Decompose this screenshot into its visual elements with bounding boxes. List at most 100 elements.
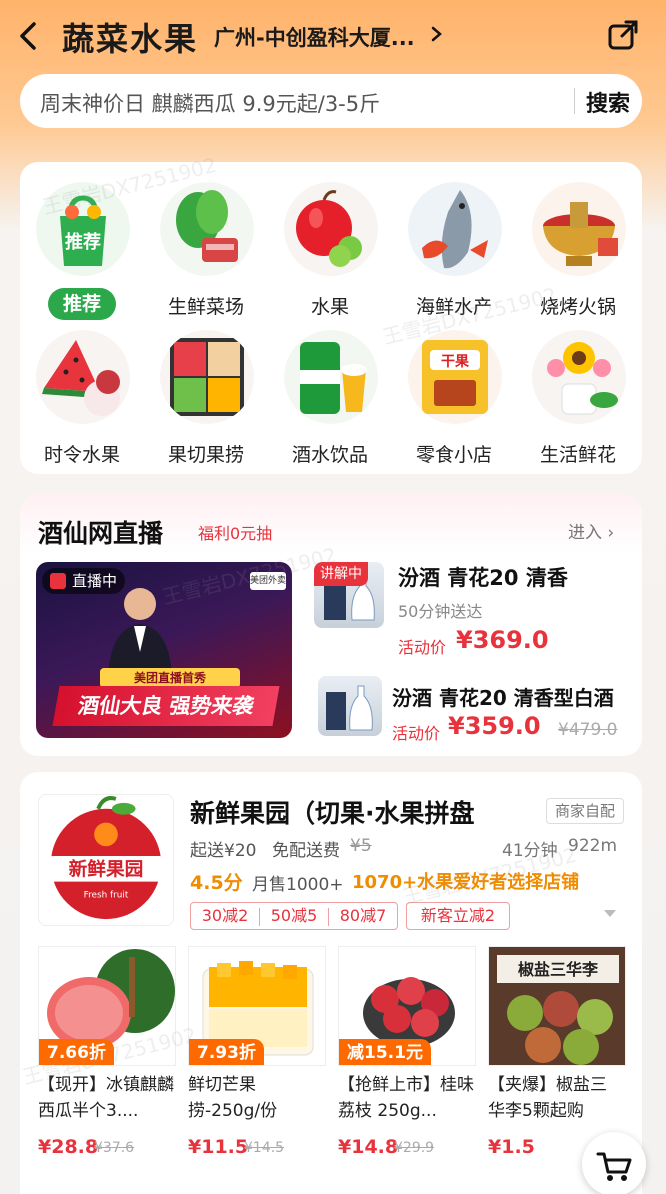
category-fruit[interactable]: 水果 xyxy=(268,170,392,318)
store-card[interactable]: 新鲜果园 Fresh fruit 新鲜果园（切果·水果拼盘 商家自配 起送¥20… xyxy=(20,772,642,1194)
original-price: ¥37.6 xyxy=(94,1140,135,1156)
category-label: 水果 xyxy=(310,296,349,318)
live-product-2[interactable]: 汾酒 青花20 清香型白酒 活动价 ¥359.0 ¥479.0 xyxy=(314,676,634,746)
brand-tag: 美团外卖 xyxy=(250,572,286,590)
search-bar[interactable]: 周末神价日 麒麟西瓜 9.9元起/3-5斤 搜索 xyxy=(20,74,642,128)
svg-text:干果: 干果 xyxy=(441,354,470,370)
category-label: 果切果捞 xyxy=(167,444,244,466)
product-price: ¥14.8 xyxy=(338,1136,399,1158)
category-seasonal-fruit[interactable]: 时令水果 xyxy=(20,318,144,466)
enter-label: 进入 xyxy=(568,523,602,543)
live-welfare-tag: 福利0元抽 xyxy=(198,524,273,543)
back-arrow-icon[interactable] xyxy=(14,16,44,56)
free-delivery: 免配送费 xyxy=(272,841,340,861)
cart-button[interactable] xyxy=(582,1132,646,1194)
product-image: 减15.1元 xyxy=(338,946,476,1066)
location-selector[interactable]: 广州-中创盈科大厦... xyxy=(214,22,415,52)
fans-count: 1070+水果爱好者选择店铺 xyxy=(352,872,580,893)
top-bar: 蔬菜水果 广州-中创盈科大厦... xyxy=(0,0,666,70)
search-input[interactable]: 周末神价日 麒麟西瓜 9.9元起/3-5斤 xyxy=(40,88,380,118)
category-drinks[interactable]: 酒水饮品 xyxy=(268,318,392,466)
product-price: ¥369.0 xyxy=(456,626,549,654)
category-label: 海鲜水产 xyxy=(415,296,492,318)
product-thumbnail xyxy=(318,676,382,736)
chevron-down-icon[interactable] xyxy=(604,910,616,917)
search-button[interactable]: 搜索 xyxy=(586,86,630,118)
price-label: 活动价 xyxy=(392,724,441,743)
seafood-icon xyxy=(408,182,502,276)
category-cut-fruit[interactable]: 果切果捞 xyxy=(144,318,268,466)
svg-text:Fresh fruit: Fresh fruit xyxy=(84,890,129,900)
category-fresh-veg[interactable]: 生鲜菜场 xyxy=(144,170,268,318)
product-image: 7.66折 xyxy=(38,946,176,1066)
category-seafood[interactable]: 海鲜水产 xyxy=(392,170,516,318)
product-price: ¥1.5 xyxy=(488,1136,535,1158)
explaining-tag: 讲解中 xyxy=(314,562,368,586)
category-label: 烧烤火锅 xyxy=(539,296,616,318)
watermelon-icon xyxy=(36,330,130,424)
banner-caption: 酒仙大良 强势来袭 xyxy=(52,686,280,726)
original-price: ¥14.5 xyxy=(244,1140,285,1156)
product-card[interactable]: 7.93折 鲜切芒果捞-250g/份 ¥11.5 ¥14.5 xyxy=(188,946,326,1194)
cart-icon xyxy=(596,1152,632,1181)
product-name: 汾酒 青花20 清香 xyxy=(398,566,568,590)
chevron-right-icon[interactable] xyxy=(430,22,444,46)
price-label: 活动价 xyxy=(398,638,447,657)
product-name: 【抢鲜上市】桂味荔枝 250g... xyxy=(338,1075,474,1121)
self-delivery-badge: 商家自配 xyxy=(546,798,625,824)
product-name: 鲜切芒果捞-250g/份 xyxy=(188,1075,278,1121)
discount-badge: 7.66折 xyxy=(39,1039,114,1065)
product-price: ¥28.8 xyxy=(38,1136,99,1158)
page-title: 蔬菜水果 xyxy=(62,20,199,58)
chevron-right-icon: › xyxy=(607,523,615,543)
product-name: 【现开】冰镇麒麟西瓜半个3.... xyxy=(38,1075,174,1121)
category-label: 时令水果 xyxy=(43,444,120,466)
snack-icon: 干果 xyxy=(408,330,502,424)
original-price: ¥29.9 xyxy=(394,1140,435,1156)
delivery-eta: 50分钟送达 xyxy=(398,602,483,621)
product-card[interactable]: 减15.1元 【抢鲜上市】桂味荔枝 250g... ¥14.8 ¥29.9 xyxy=(338,946,476,1194)
live-stream-card[interactable]: 酒仙网直播 福利0元抽 进入 › 直播中 美团外卖 美团直播首秀 酒仙大良 强势… xyxy=(20,494,642,756)
svg-text:椒盐三华李: 椒盐三华李 xyxy=(518,960,599,979)
svg-text:推荐: 推荐 xyxy=(65,231,101,253)
live-product-1[interactable]: 讲解中 汾酒 青花20 清香 50分钟送达 活动价 ¥369.0 xyxy=(314,562,634,657)
product-card[interactable]: 7.66折 【现开】冰镇麒麟西瓜半个3.... ¥28.8 ¥37.6 xyxy=(38,946,176,1194)
store-rating: 4.5分 xyxy=(190,872,243,894)
category-recommend[interactable]: 推荐 推荐 xyxy=(20,170,144,320)
search-divider xyxy=(574,88,575,114)
category-label: 推荐 xyxy=(48,288,116,320)
category-label: 生活鲜花 xyxy=(539,444,616,466)
live-title: 酒仙网直播 xyxy=(38,519,164,548)
category-flowers[interactable]: 生活鲜花 xyxy=(516,318,640,466)
discount-badge: 7.93折 xyxy=(189,1039,264,1065)
store-name: 新鲜果园（切果·水果拼盘 xyxy=(190,799,475,828)
category-bbq-hotpot[interactable]: 烧烤火锅 xyxy=(516,170,640,318)
live-enter-link[interactable]: 进入 › xyxy=(568,518,614,543)
coupon-1: 30减2 xyxy=(201,906,249,925)
product-price: ¥359.0 xyxy=(448,712,541,740)
coupon-3: 80减7 xyxy=(339,906,387,925)
product-image: 7.93折 xyxy=(188,946,326,1066)
category-snacks[interactable]: 干果 零食小店 xyxy=(392,318,516,466)
delivery-time: 41分钟 xyxy=(502,841,558,861)
hotpot-icon xyxy=(532,182,626,276)
share-icon[interactable] xyxy=(606,18,640,52)
new-customer-coupon: 新客立减2 xyxy=(406,902,510,930)
discount-coupons[interactable]: 30减2 50减5 80减7 xyxy=(190,902,398,930)
vegetables-icon xyxy=(160,182,254,276)
product-thumbnail: 讲解中 xyxy=(314,562,384,628)
discount-badge: 减15.1元 xyxy=(339,1039,431,1065)
category-label: 生鲜菜场 xyxy=(167,296,244,318)
coupon-2: 50减5 xyxy=(270,906,318,925)
beer-icon xyxy=(284,330,378,424)
distance: 922m xyxy=(568,836,618,856)
live-banner[interactable]: 直播中 美团外卖 美团直播首秀 酒仙大良 强势来袭 xyxy=(36,562,292,738)
host-figure-image xyxy=(108,588,172,678)
fruit-cut-icon xyxy=(160,330,254,424)
banner-subtitle: 美团直播首秀 xyxy=(100,668,240,688)
original-price: ¥479.0 xyxy=(558,720,618,740)
category-grid: 推荐 推荐 生鲜菜场 水果 海鲜水产 烧烤火锅 时令水果 果切果捞 酒水饮品 干… xyxy=(20,162,642,474)
original-delivery-fee: ¥5 xyxy=(350,836,372,856)
store-logo: 新鲜果园 Fresh fruit xyxy=(38,794,174,926)
product-price: ¥11.5 xyxy=(188,1136,249,1158)
